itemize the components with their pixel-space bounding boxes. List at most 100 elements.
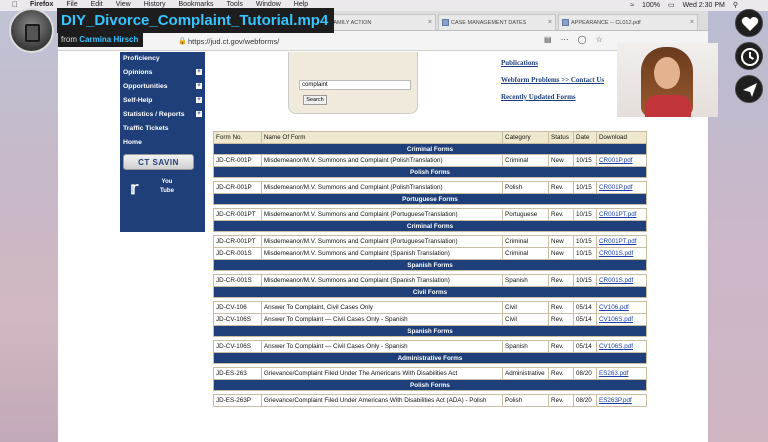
section-header-row: Spanish Forms bbox=[213, 259, 647, 271]
page-content: Proficiency Opinions + Opportunities + Sel… bbox=[58, 52, 708, 442]
download-link[interactable]: CR001S.pdf bbox=[599, 277, 633, 284]
close-icon[interactable]: × bbox=[428, 19, 432, 26]
cell-date: 05/14 bbox=[573, 340, 597, 353]
cell-date: 05/14 bbox=[573, 301, 597, 314]
page-gutter bbox=[58, 52, 118, 442]
table-row: JD-CV-106 Answer To Complaint, Civil Case… bbox=[213, 301, 647, 314]
nav-item-statistics[interactable]: Statistics / Reports + bbox=[120, 108, 205, 122]
tab-appearance[interactable]: APPEARANCE -- CL012.pdf × bbox=[558, 14, 698, 30]
table-header-row: Form No. Name Of Form Category Status Date Do… bbox=[213, 131, 647, 144]
recently-updated-link[interactable]: Recently Updated Forms bbox=[501, 93, 621, 101]
nav-item-proficiency[interactable]: Proficiency bbox=[120, 52, 205, 66]
close-icon[interactable]: × bbox=[548, 19, 552, 26]
cell-name: Misdemeanor/M.V. Summons and Complaint (… bbox=[260, 235, 504, 248]
menu-item-view[interactable]: View bbox=[116, 1, 131, 8]
reader-icon[interactable]: ▤ bbox=[544, 35, 552, 44]
download-link[interactable]: CV106.pdf bbox=[599, 304, 629, 311]
more-icon[interactable]: ⋯ bbox=[561, 35, 569, 44]
download-link[interactable]: ES263P.pdf bbox=[599, 397, 632, 404]
channel-avatar[interactable] bbox=[9, 8, 54, 53]
close-icon[interactable]: × bbox=[690, 19, 694, 26]
search-icon[interactable]: ⚲ bbox=[733, 1, 738, 9]
cell-status: Rev. bbox=[548, 301, 575, 314]
clock[interactable]: Wed 2:30 PM bbox=[683, 2, 725, 9]
cell-name: Answer To Complaint — Civil Cases Only -… bbox=[260, 313, 504, 326]
menu-item-file[interactable]: File bbox=[66, 1, 77, 8]
desktop-left bbox=[0, 11, 58, 442]
cell-status: Rev. bbox=[548, 394, 575, 407]
nav-item-self-help[interactable]: Self-Help + bbox=[120, 94, 205, 108]
tab-label: APPEARANCE -- CL012.pdf bbox=[571, 20, 641, 26]
menu-app-name[interactable]: Firefox bbox=[30, 1, 53, 8]
youtube-icon[interactable]: You Tube bbox=[158, 178, 176, 198]
cell-name: Misdemeanor/M.V. Summons and Complaint (… bbox=[260, 181, 504, 194]
nav-item-home[interactable]: Home bbox=[120, 136, 205, 150]
watch-later-button[interactable] bbox=[735, 42, 763, 70]
download-link[interactable]: CV106S.pdf bbox=[599, 343, 633, 350]
menu-item-window[interactable]: Window bbox=[256, 1, 281, 8]
menu-item-help[interactable]: Help bbox=[294, 1, 308, 8]
search-button[interactable]: Search bbox=[303, 95, 327, 105]
menu-item-edit[interactable]: Edit bbox=[91, 1, 103, 8]
ct-savin-button[interactable]: CT SAVIN bbox=[123, 154, 194, 170]
cell-form-no: JD-CR-001S bbox=[213, 247, 262, 260]
tab-case-management[interactable]: CASE MANAGEMENT DATES × bbox=[438, 14, 556, 30]
cell-status: Rev. bbox=[548, 208, 575, 221]
wifi-icon[interactable]: ≈ bbox=[630, 2, 634, 9]
document-icon bbox=[562, 19, 569, 26]
nav-item-opinions[interactable]: Opinions + bbox=[120, 66, 205, 80]
cell-form-no: JD-CR-001PT bbox=[213, 235, 262, 248]
search-input[interactable]: complaint bbox=[299, 80, 411, 90]
like-button[interactable] bbox=[735, 9, 763, 37]
document-icon bbox=[442, 19, 449, 26]
bookmark-star-icon[interactable]: ☆ bbox=[596, 35, 603, 44]
nav-icons: ▤ ⋯ ◯ ☆ bbox=[544, 35, 603, 44]
menu-items: Firefox File Edit View History Bookmarks Tools… bbox=[30, 1, 308, 8]
expand-icon[interactable]: + bbox=[196, 83, 202, 89]
cell-category: Criminal bbox=[502, 235, 550, 248]
section-title: Portuguese Forms bbox=[213, 193, 647, 205]
table-row: JD-CV-106S Answer To Complaint — Civil Ca… bbox=[213, 313, 647, 326]
cell-form-no: JD-CR-001PT bbox=[213, 208, 262, 221]
cell-date: 10/15 bbox=[573, 247, 597, 260]
download-link[interactable]: CR001PT.pdf bbox=[599, 211, 636, 218]
expand-icon[interactable]: + bbox=[196, 111, 202, 117]
download-link[interactable]: CR001PT.pdf bbox=[599, 238, 636, 245]
download-link[interactable]: CR001P.pdf bbox=[599, 184, 633, 191]
address-bar[interactable]: 🔒 https://jud.ct.gov/webforms/ bbox=[176, 34, 536, 48]
table-row: JD-CR-001PT Misdemeanor/M.V. Summons and … bbox=[213, 208, 647, 221]
download-link[interactable]: CR001P.pdf bbox=[599, 157, 633, 164]
pocket-icon[interactable]: ◯ bbox=[578, 35, 587, 44]
video-title[interactable]: DIY_Divorce_Complaint_Tutorial.mp4 bbox=[57, 8, 335, 33]
menu-item-tools[interactable]: Tools bbox=[227, 1, 243, 8]
download-link[interactable]: CR001S.pdf bbox=[599, 250, 633, 257]
cell-category: Civil bbox=[502, 301, 550, 314]
cell-category: Polish bbox=[502, 394, 550, 407]
menu-item-bookmarks[interactable]: Bookmarks bbox=[179, 1, 214, 8]
section-title: Criminal Forms bbox=[213, 220, 647, 232]
section-header-row: Polish Forms bbox=[213, 379, 647, 391]
cell-date: 08/20 bbox=[573, 394, 597, 407]
publications-link[interactable]: Publications bbox=[501, 59, 621, 67]
apple-icon[interactable]:  bbox=[12, 0, 18, 9]
section-title: Spanish Forms bbox=[213, 325, 647, 337]
expand-icon[interactable]: + bbox=[196, 69, 202, 75]
nav-item-opportunities[interactable]: Opportunities + bbox=[120, 80, 205, 94]
url-text: https://jud.ct.gov/webforms/ bbox=[188, 37, 280, 46]
cell-name: Answer To Complaint — Civil Cases Only -… bbox=[260, 340, 504, 353]
share-button[interactable] bbox=[735, 75, 763, 103]
webform-problems-link[interactable]: Webform Problems >> Contact Us bbox=[501, 76, 621, 84]
menu-item-history[interactable]: History bbox=[144, 1, 166, 8]
download-link[interactable]: CV106S.pdf bbox=[599, 316, 633, 323]
cell-download: CV106S.pdf bbox=[596, 340, 647, 353]
nav-item-traffic-tickets[interactable]: Traffic Tickets bbox=[120, 122, 205, 136]
table-row: JD-CR-001PT Misdemeanor/M.V. Summons and … bbox=[213, 235, 647, 248]
lock-icon: 🔒 bbox=[178, 38, 187, 45]
author-link[interactable]: Carmina Hirsch bbox=[79, 35, 138, 44]
expand-icon[interactable]: + bbox=[196, 97, 202, 103]
download-link[interactable]: ES263.pdf bbox=[599, 370, 628, 377]
cell-date: 10/15 bbox=[573, 154, 597, 167]
cell-name: Grievance/Complaint Filed Under The Amer… bbox=[260, 367, 504, 380]
twitter-icon[interactable]: 𝕣 bbox=[130, 179, 138, 199]
cell-date: 10/15 bbox=[573, 235, 597, 248]
